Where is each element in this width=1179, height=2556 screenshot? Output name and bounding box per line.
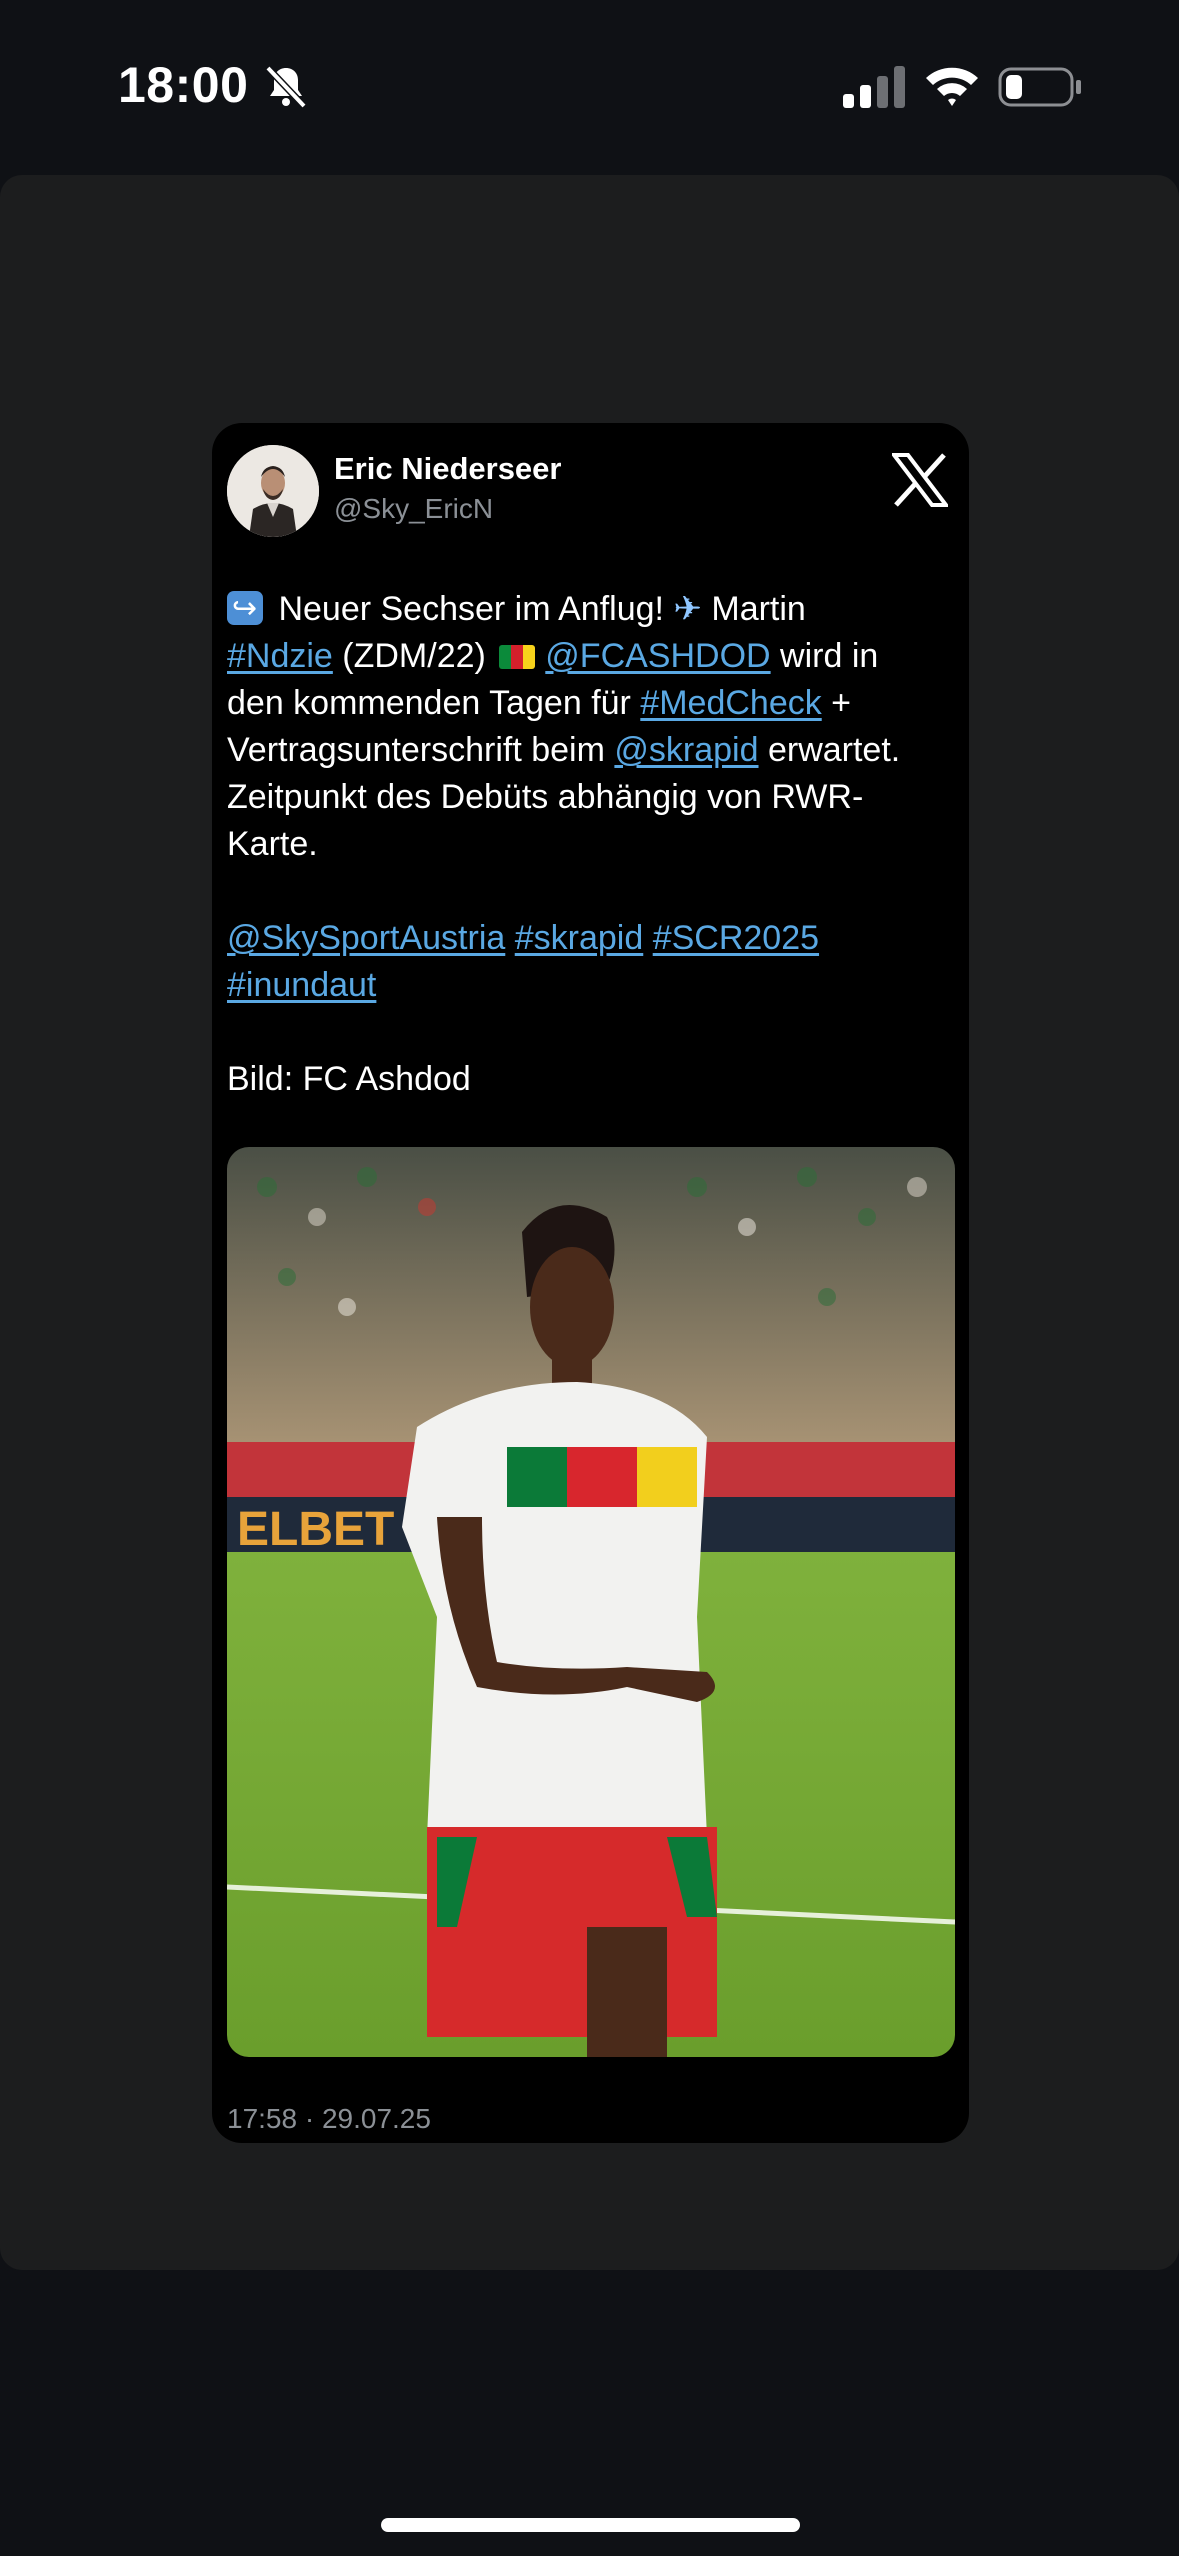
status-time: 18:00 [118,57,249,113]
tweet-text-segment: erwartet. [758,731,901,769]
tweet-line-8: @SkySportAustria #skrapid #SCR2025 [227,915,957,962]
hashtag-scr2025[interactable]: #SCR2025 [653,919,819,957]
tweet-line-5: Zeitpunkt des Debüts abhängig von RWR- [227,778,864,816]
airplane-emoji-icon: ✈ [673,589,702,629]
tweet-timestamp[interactable]: 17:58 · 29.07.25 [227,2103,431,2135]
hashtag-inundaut[interactable]: #inundaut [227,966,376,1004]
tweet-line-4: Vertragsunterschrift beim @skrapid erwar… [227,727,957,774]
return-arrow-emoji-icon [227,585,263,632]
hashtag-skrapid[interactable]: #skrapid [515,919,644,957]
wifi-icon [926,67,978,106]
home-indicator[interactable] [381,2518,800,2532]
tweet-text-segment: Martin [701,590,806,628]
tweet-text-segment: den kommenden Tagen für [227,684,641,722]
status-bar: 18:00 [0,0,1179,175]
cameroon-flag-icon [499,645,536,669]
tweet-line-3: den kommenden Tagen für #MedCheck + [227,680,957,727]
tweet-photo[interactable]: ELBET [227,1147,955,2057]
tweet-line-1: Neuer Sechser im Anflug! ✈ Martin [227,585,957,633]
svg-text:ELBET: ELBET [237,1503,394,1556]
tweet-text-segment: (ZDM/22) [332,637,496,675]
mention-fcashdod[interactable]: @FCASHDOD [545,637,770,675]
hashtag-medcheck[interactable]: #MedCheck [640,684,821,722]
bell-slash-icon [265,65,307,109]
author-handle[interactable]: @Sky_EricN [334,493,493,525]
x-logo-icon[interactable] [892,453,948,507]
hashtag-ndzie[interactable]: #Ndzie [227,637,333,675]
battery-icon [998,67,1081,107]
author-name[interactable]: Eric Niederseer [334,451,561,487]
tweet-text: Neuer Sechser im Anflug! ✈ Martin #Ndzie… [227,585,957,1103]
mention-skysportaustria[interactable]: @SkySportAustria [227,919,505,957]
mention-skrapid[interactable]: @skrapid [614,731,758,769]
tweet-text-segment: Vertragsunterschrift beim [227,731,615,769]
bottom-area [0,2270,1179,2556]
photo-credit: Bild: FC Ashdod [227,1060,471,1098]
tweet-line-6: Karte. [227,825,318,863]
tweet-text-segment: Neuer Sechser im Anflug! [269,590,674,628]
tweet-text-segment: + [821,684,852,722]
cellular-signal-icon [843,66,905,108]
tweet-card[interactable]: Eric Niederseer @Sky_EricN Neuer Sechser… [212,423,969,2143]
tweet-text-segment: wird in [770,637,879,675]
tweet-line-9: #inundaut [227,962,957,1009]
tweet-line-2: #Ndzie (ZDM/22) @FCASHDOD wird in [227,633,957,680]
author-avatar[interactable] [227,445,319,537]
